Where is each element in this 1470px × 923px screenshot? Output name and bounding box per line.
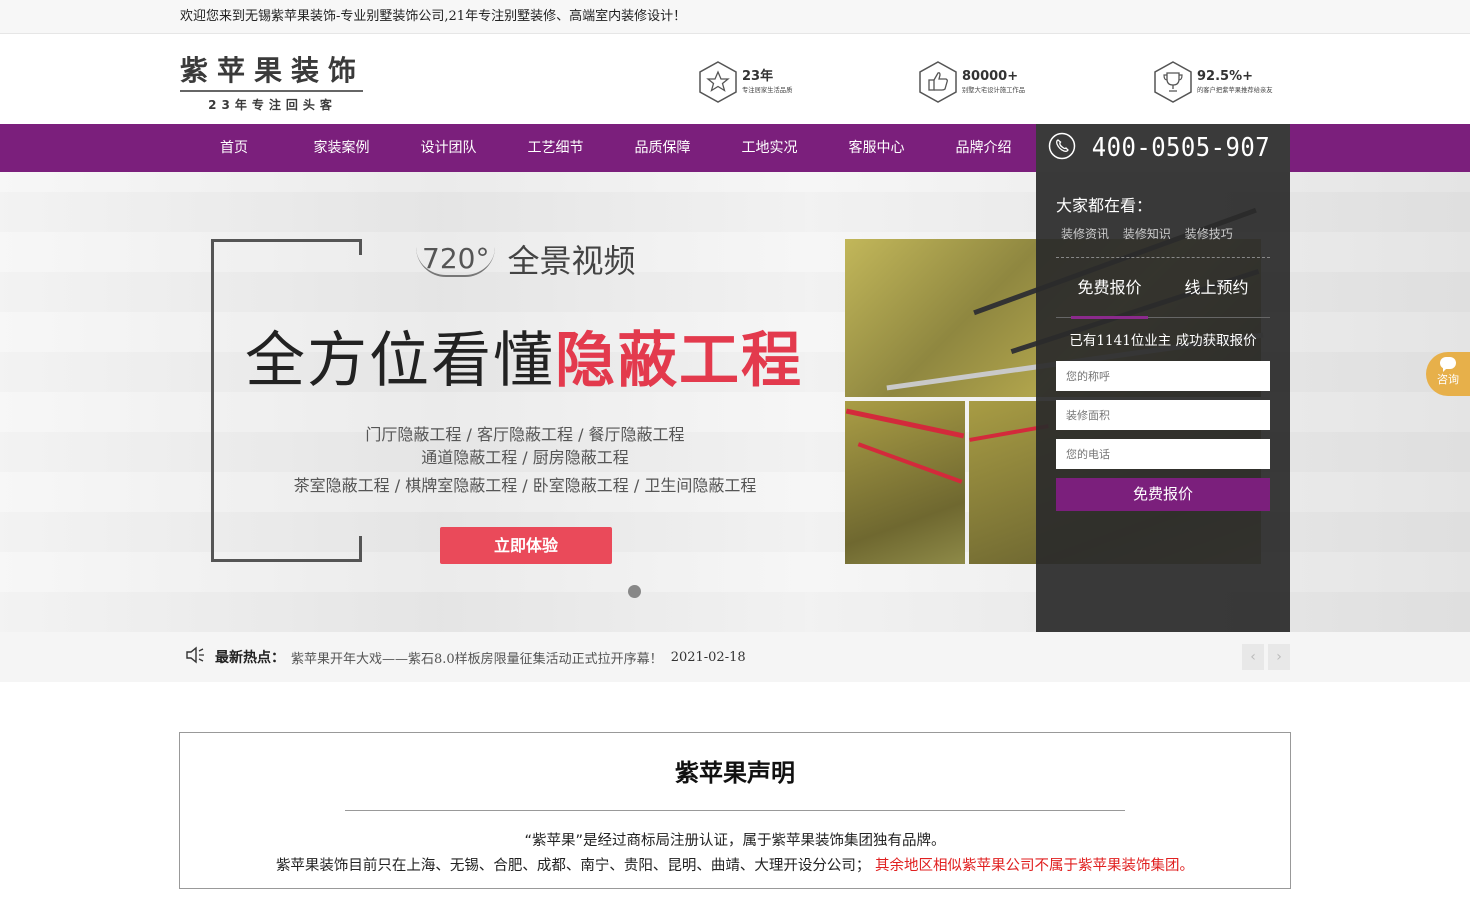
headline-black: 全方位看懂	[245, 326, 555, 396]
logo-divider	[180, 90, 363, 92]
hotline[interactable]: 400-0505-907	[1036, 124, 1290, 172]
stat-recommend: 92.5%+ 的客户把紫苹果推荐给亲友	[1153, 59, 1281, 104]
news-label: 最新热点：	[215, 650, 285, 666]
free-quote-button[interactable]: 免费报价	[1056, 478, 1270, 511]
stat-value: 23年	[742, 68, 774, 84]
brand-statement: 紫苹果声明 “紫苹果”是经过商标局注册认证，属于紫苹果装饰集团独有品牌。 紫苹果…	[179, 732, 1291, 889]
statement-line-1: “紫苹果”是经过商标局注册认证，属于紫苹果装饰集团独有品牌。	[524, 833, 946, 849]
quote-panel: 大家都在看： 装修资讯 装修知识 装修技巧 免费报价 线上预约 已有1141位业…	[1036, 172, 1290, 632]
statement-warning: 其余地区相似紫苹果公司不属于紫苹果装饰集团。	[875, 858, 1195, 874]
trophy-icon	[1153, 60, 1193, 104]
statement-line-2: 紫苹果装饰目前只在上海、无锡、合肥、成都、南宁、贵阳、昆明、曲靖、大理开设分公司…	[180, 854, 1290, 879]
news-date: 2021-02-18	[670, 649, 746, 665]
stat-years: 23年 专注居家生活品质	[698, 59, 798, 104]
nav-item-home[interactable]: 首页	[180, 124, 288, 172]
stat-value: 80000+	[962, 68, 1019, 84]
rooms-line-1: 门厅隐蔽工程 / 客厅隐蔽工程 / 餐厅隐蔽工程	[365, 425, 685, 444]
chat-bubble-icon	[1440, 357, 1456, 372]
statement-branches: 紫苹果装饰目前只在上海、无锡、合肥、成都、南宁、贵阳、昆明、曲靖、大理开设分公司…	[275, 858, 871, 874]
logo-name: 紫苹果装饰	[180, 54, 366, 87]
consult-label: 咨询	[1437, 373, 1459, 386]
nav-item-service[interactable]: 客服中心	[823, 124, 930, 172]
try-now-button[interactable]: 立即体验	[440, 527, 612, 564]
vr-number: 720°	[416, 242, 496, 277]
star-icon	[698, 60, 738, 104]
stat-value: 92.5%+	[1197, 68, 1253, 84]
speaker-icon	[185, 646, 205, 668]
vr-label: 全景视频	[507, 242, 636, 280]
thumbs-up-icon	[918, 60, 958, 104]
nav-item-design-team[interactable]: 设计团队	[395, 124, 502, 172]
hero-banner[interactable]: 720° 全景视频 全方位看懂隐蔽工程 门厅隐蔽工程 / 客厅隐蔽工程 / 餐厅…	[0, 172, 1470, 632]
welcome-text: 欢迎您来到无锡紫苹果装饰-专业别墅装饰公司,21年专注别墅装修、高端室内装修设计…	[180, 9, 687, 24]
stat-caption: 别墅大宅设计施工作品	[962, 85, 1025, 94]
phone-icon	[1048, 132, 1076, 164]
tab-free-quote[interactable]: 免费报价	[1071, 258, 1148, 319]
news-headline-link[interactable]: 紫苹果开年大戏——紫石8.0样板房限量征集活动正式拉开序幕！	[291, 648, 663, 667]
link-decor-news[interactable]: 装修资讯	[1061, 227, 1109, 241]
carousel-dot[interactable]	[628, 585, 641, 598]
rooms-line-2: 通道隐蔽工程 / 厨房隐蔽工程	[421, 448, 629, 467]
stat-caption: 专注居家生活品质	[742, 85, 793, 94]
logo-tagline: 23年专注回头客	[208, 98, 337, 112]
header: 紫苹果装饰 23年专注回头客 23年 专注居家生活品质 80000+ 别墅大宅设…	[0, 34, 1470, 124]
banner-frame	[211, 239, 362, 562]
banner-frame-corner	[359, 536, 362, 562]
headline-red: 隐蔽工程	[555, 326, 803, 396]
area-field[interactable]	[1056, 400, 1270, 430]
news-ticker: 最新热点： 紫苹果开年大戏——紫石8.0样板房限量征集活动正式拉开序幕！ 202…	[0, 632, 1470, 682]
statement-divider	[345, 810, 1125, 811]
name-field[interactable]	[1056, 361, 1270, 391]
main-nav: 首页 家装案例 设计团队 工艺细节 品质保障 工地实况 客服中心 品牌介绍 40…	[0, 124, 1470, 172]
nav-item-site[interactable]: 工地实况	[716, 124, 823, 172]
quote-count-text: 已有1141位业主 成功获取报价	[1069, 333, 1257, 349]
tab-online-booking[interactable]: 线上预约	[1184, 258, 1248, 318]
nav-item-cases[interactable]: 家装案例	[288, 124, 395, 172]
vr-badge: 720° 全景视频	[416, 236, 635, 282]
nav-item-quality[interactable]: 品质保障	[609, 124, 716, 172]
top-bar: 欢迎您来到无锡紫苹果装饰-专业别墅装饰公司,21年专注别墅装修、高端室内装修设计…	[0, 0, 1470, 34]
phone-field[interactable]	[1056, 439, 1270, 469]
logo[interactable]: 紫苹果装饰 23年专注回头客	[180, 54, 365, 113]
news-next-button[interactable]: ›	[1268, 644, 1290, 670]
nav-item-craft[interactable]: 工艺细节	[502, 124, 609, 172]
statement-title: 紫苹果声明	[675, 758, 795, 787]
nav-item-brand[interactable]: 品牌介绍	[930, 124, 1037, 172]
news-prev-button[interactable]: ‹	[1242, 644, 1264, 670]
panel-heading: 大家都在看：	[1056, 196, 1153, 215]
rooms-line-3: 茶室隐蔽工程 / 棋牌室隐蔽工程 / 卧室隐蔽工程 / 卫生间隐蔽工程	[293, 476, 757, 495]
panel-links: 装修资讯 装修知识 装修技巧	[1056, 225, 1270, 258]
panel-tabs: 免费报价 线上预约	[1056, 258, 1270, 319]
stat-works: 80000+ 别墅大宅设计施工作品	[918, 59, 1032, 104]
hotline-number: 400-0505-907	[1091, 133, 1271, 163]
consult-button[interactable]: 咨询	[1426, 352, 1470, 396]
banner-headline: 全方位看懂隐蔽工程	[245, 312, 803, 399]
link-decor-tips[interactable]: 装修技巧	[1185, 227, 1233, 241]
stat-caption: 的客户把紫苹果推荐给亲友	[1197, 85, 1273, 94]
link-decor-knowledge[interactable]: 装修知识	[1123, 227, 1171, 241]
